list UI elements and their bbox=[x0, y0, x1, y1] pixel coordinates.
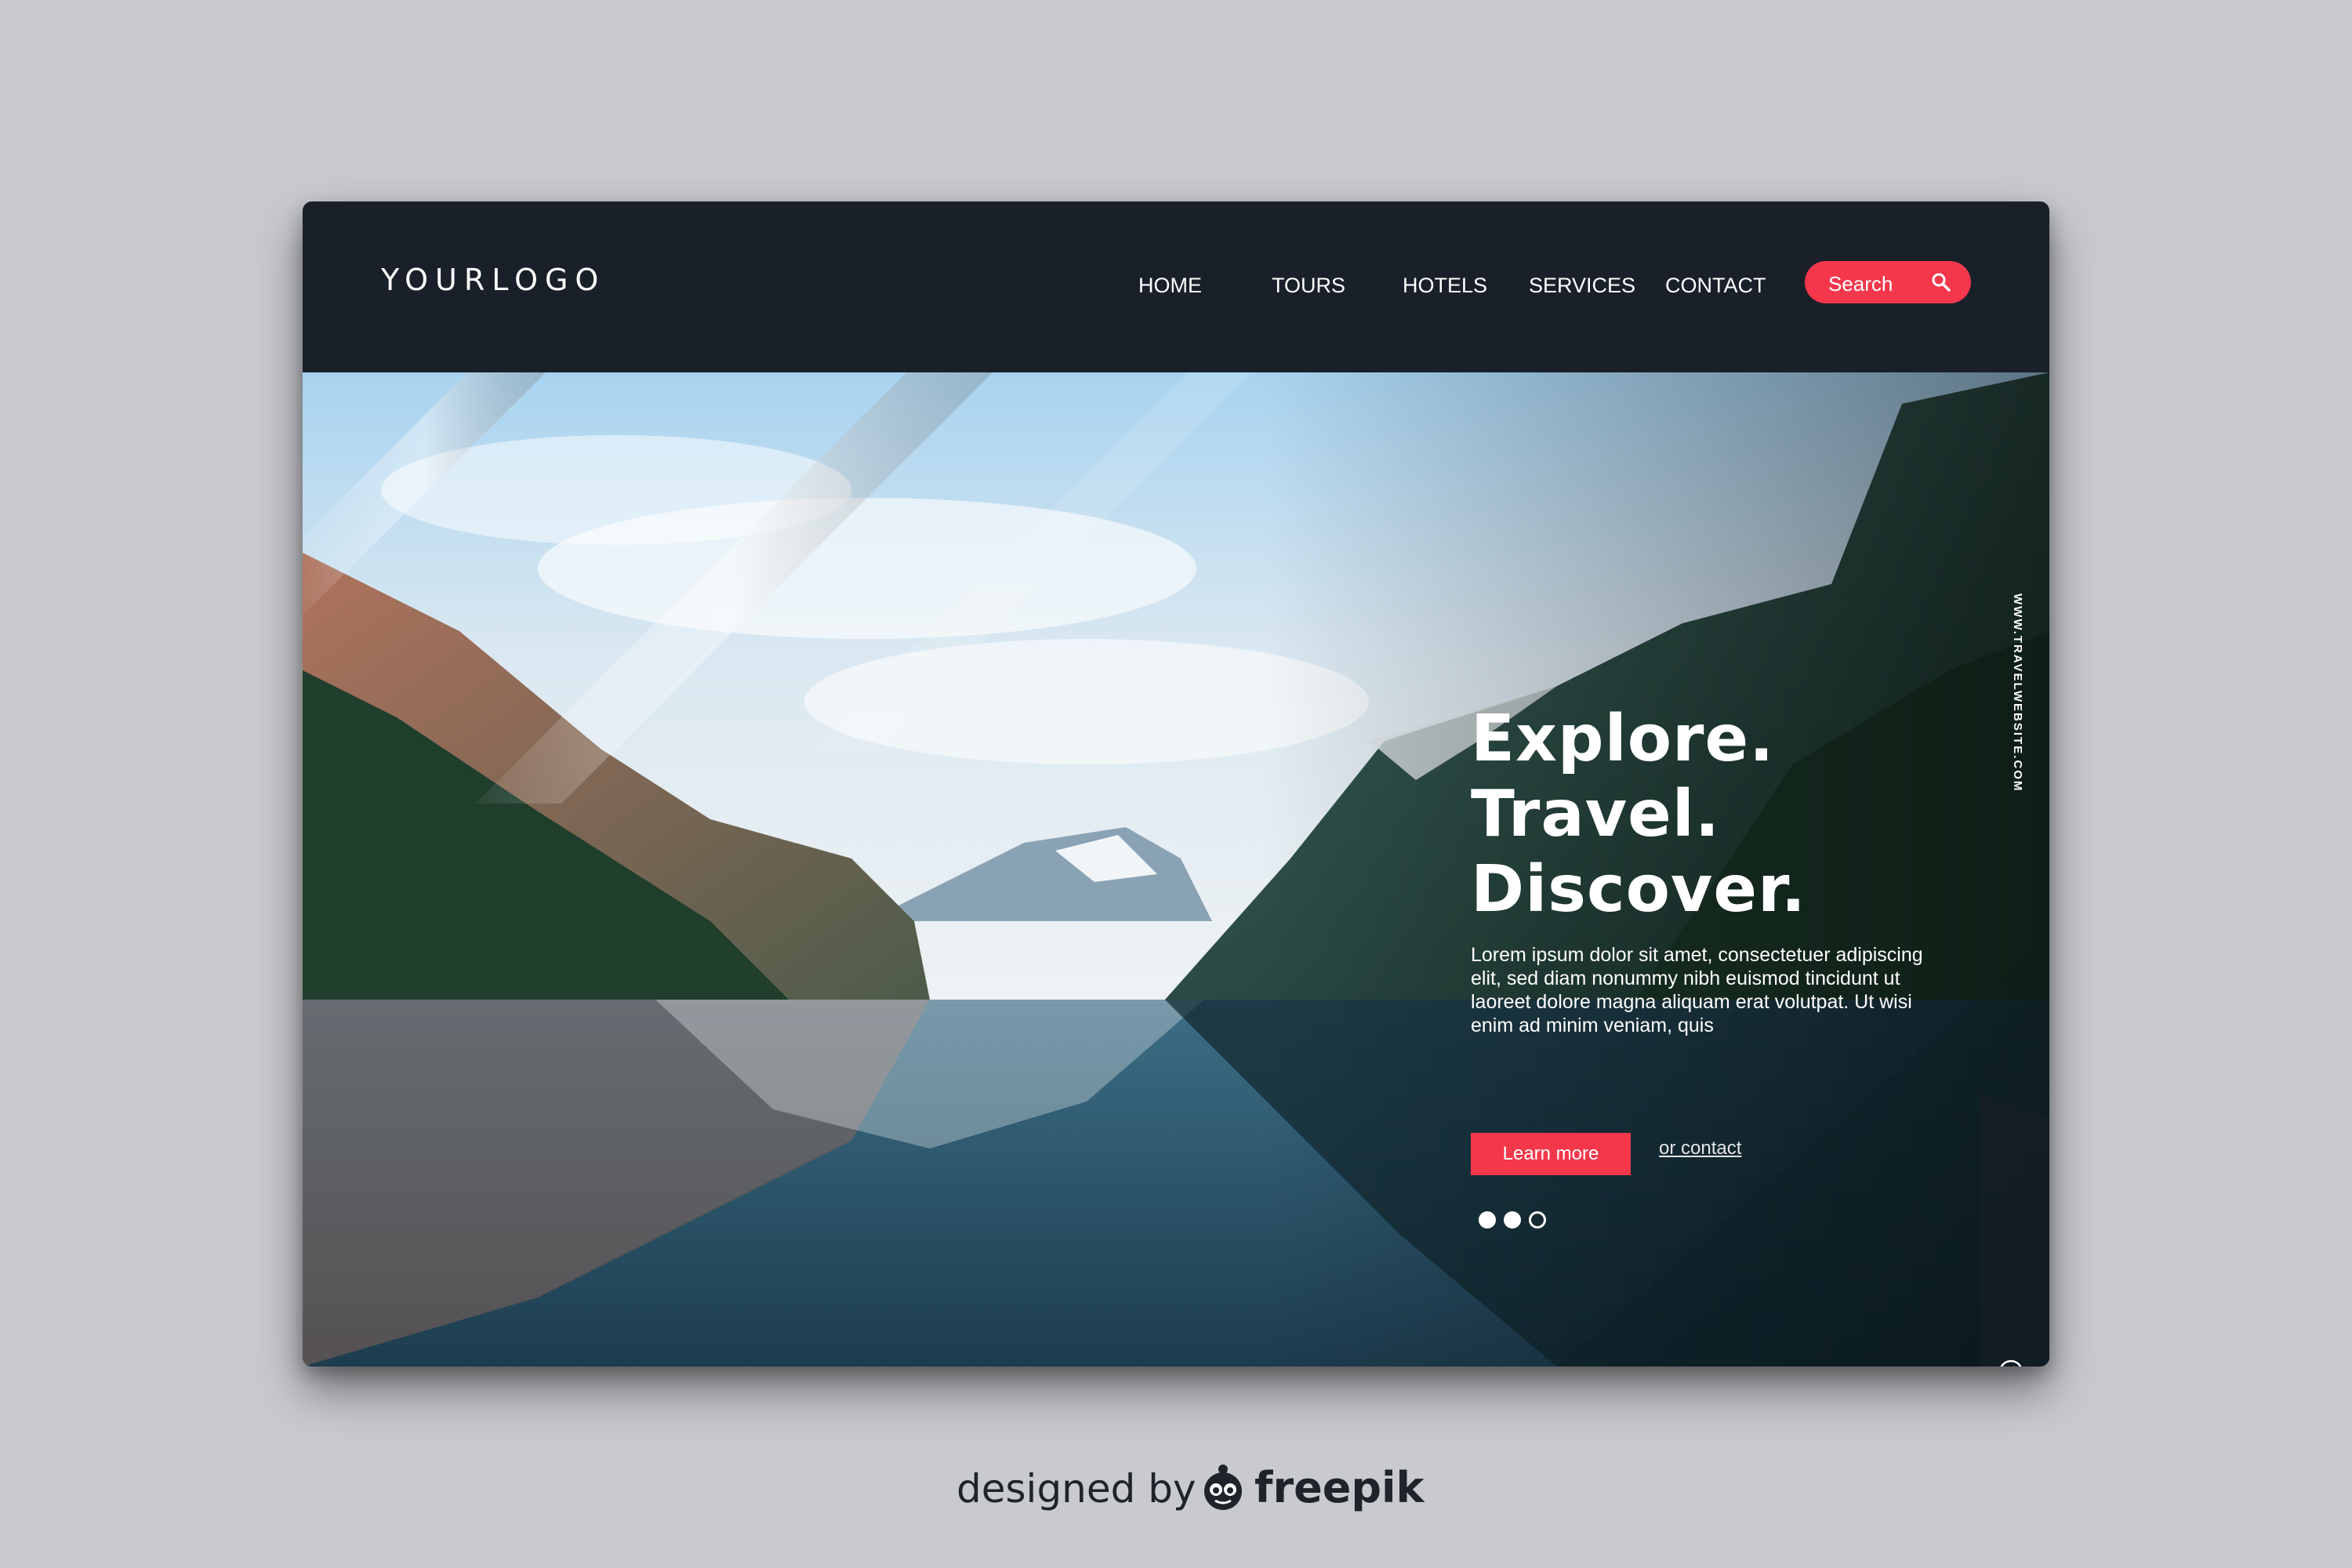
slider-dot[interactable] bbox=[1504, 1211, 1521, 1229]
landing-page-frame: YOURLOGO HOME TOURS HOTELS SERVICES CONT… bbox=[303, 201, 2049, 1367]
site-logo[interactable]: YOURLOGO bbox=[381, 263, 605, 297]
hero-description: Lorem ipsum dolor sit amet, consectetuer… bbox=[1471, 944, 1923, 1036]
credit-brand: freepik bbox=[1254, 1463, 1425, 1512]
freepik-mascot-icon bbox=[1204, 1465, 1242, 1510]
nav-contact[interactable]: CONTACT bbox=[1665, 274, 1766, 298]
search-icon bbox=[1932, 273, 1951, 292]
learn-more-button[interactable]: Learn more bbox=[1471, 1133, 1631, 1175]
vertical-website-url: WWW.TRAVELWEBSITE.COM bbox=[2011, 593, 2024, 793]
twitter-icon[interactable] bbox=[1998, 1359, 2024, 1367]
headline-line-2: Travel. bbox=[1471, 777, 1721, 851]
credit-prefix: designed by bbox=[956, 1466, 1196, 1512]
nav-services[interactable]: SERVICES bbox=[1529, 274, 1635, 298]
slider-dot[interactable] bbox=[1479, 1211, 1496, 1229]
headline-line-3: Discover. bbox=[1471, 852, 1806, 927]
nav-tours[interactable]: TOURS bbox=[1272, 274, 1345, 298]
nav-hotels[interactable]: HOTELS bbox=[1403, 274, 1487, 298]
hero-headline: Explore. Travel. Discover. bbox=[1471, 702, 1806, 927]
search-label: Search bbox=[1828, 272, 1893, 296]
hero-section: WWW.TRAVELWEBSITE.COM Explore. Travel. D… bbox=[303, 372, 2049, 1367]
nav-home[interactable]: HOME bbox=[1138, 274, 1202, 298]
slider-dot-active[interactable] bbox=[1529, 1211, 1546, 1229]
or-contact-link[interactable]: or contact bbox=[1659, 1138, 1741, 1160]
top-navbar: YOURLOGO HOME TOURS HOTELS SERVICES CONT… bbox=[303, 201, 2049, 372]
search-button[interactable]: Search bbox=[1805, 261, 1971, 303]
headline-line-1: Explore. bbox=[1471, 702, 1775, 776]
